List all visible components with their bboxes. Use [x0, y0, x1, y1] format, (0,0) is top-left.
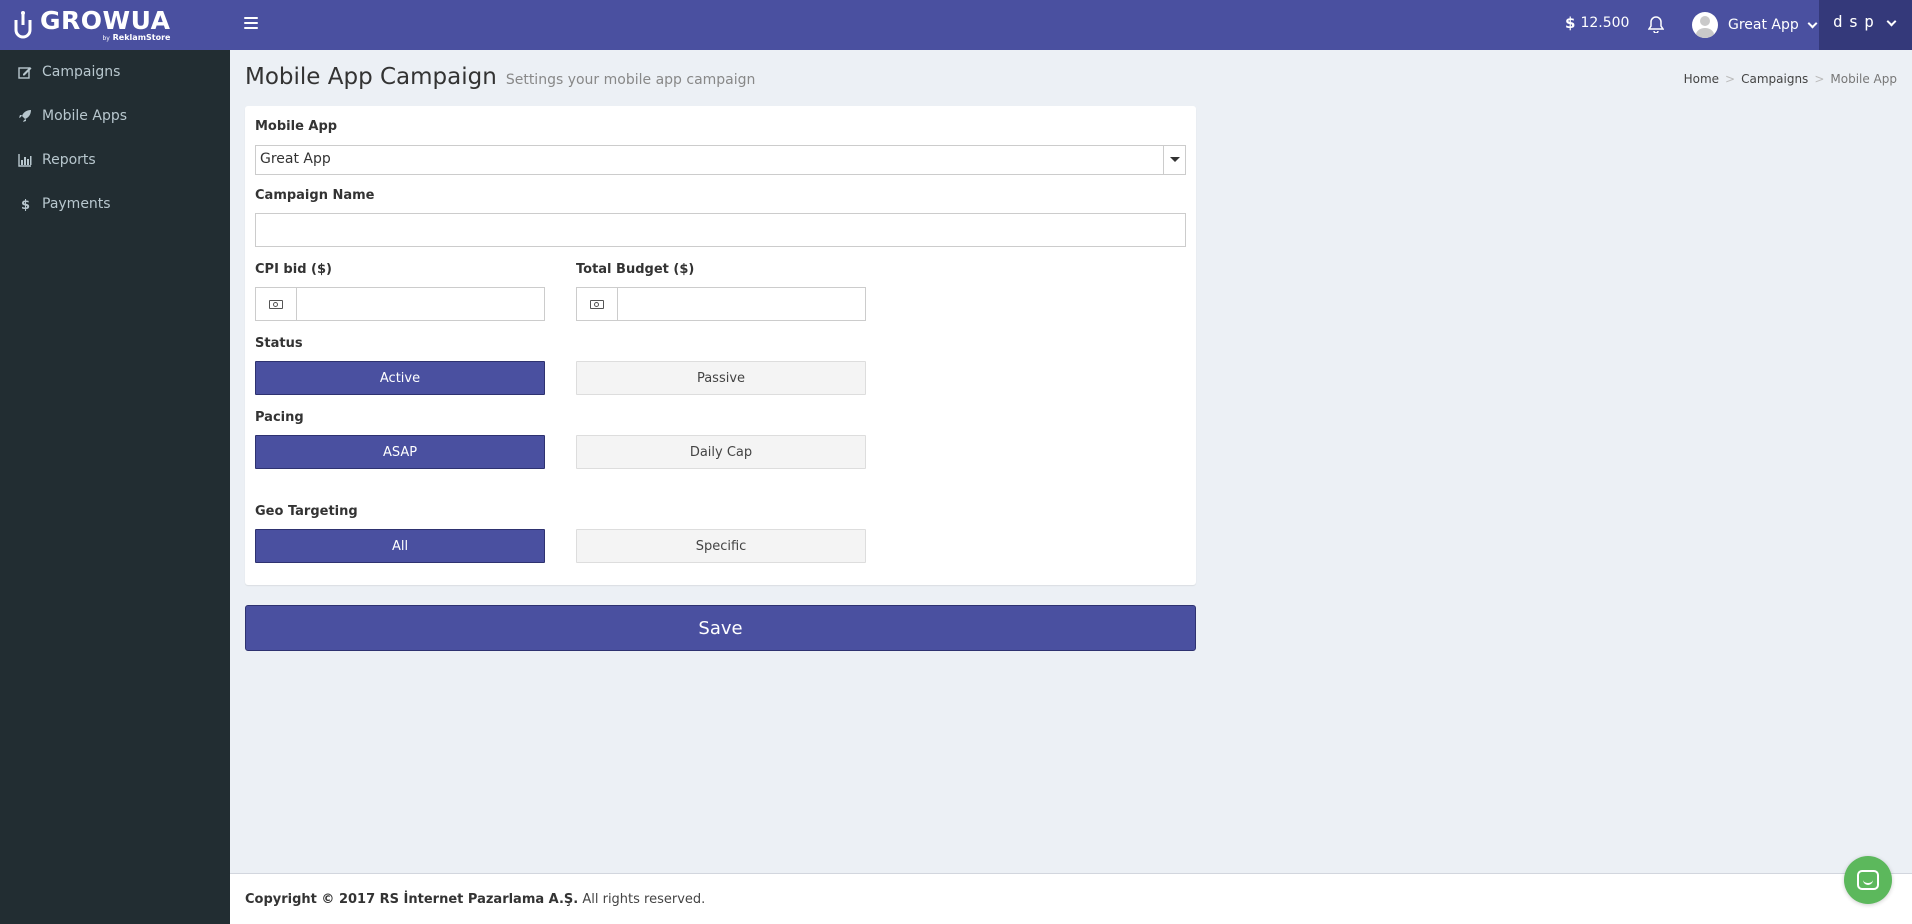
growua-logo-icon: [14, 11, 32, 39]
avatar: [1692, 12, 1718, 38]
sidebar-item-label: Reports: [42, 152, 96, 168]
page-subtitle: Settings your mobile app campaign: [505, 72, 756, 88]
page-title: Mobile App Campaign: [245, 64, 497, 90]
geo-specific-button[interactable]: Specific: [576, 529, 866, 563]
mobile-app-select[interactable]: Great App: [255, 145, 1186, 175]
balance-value: 12.500: [1580, 15, 1630, 31]
money-icon: [269, 299, 283, 309]
user-menu[interactable]: Great App: [1692, 12, 1818, 38]
footer-rights: All rights reserved.: [578, 892, 706, 907]
dsp-switcher[interactable]: dsp: [1819, 0, 1912, 50]
geo-all-button[interactable]: All: [255, 529, 545, 563]
pacing-daily-cap-button[interactable]: Daily Cap: [576, 435, 866, 469]
brand-subtitle: by ReklamStore: [40, 34, 170, 42]
money-icon: [590, 299, 604, 309]
status-passive-button[interactable]: Passive: [576, 361, 866, 395]
sidebar-item-label: Campaigns: [42, 64, 121, 80]
breadcrumb-separator: >: [1814, 72, 1825, 86]
total-budget-label: Total Budget ($): [576, 262, 695, 277]
cpi-bid-label: CPI bid ($): [255, 262, 332, 277]
save-button[interactable]: Save: [245, 605, 1196, 651]
dsp-label: dsp: [1833, 12, 1880, 31]
mobile-app-selected: Great App: [260, 151, 331, 167]
campaign-form-box: Mobile App Great App Campaign Name CPI b…: [245, 106, 1196, 585]
geo-targeting-label: Geo Targeting: [255, 504, 358, 519]
bar-chart-icon: [18, 154, 32, 167]
chevron-down-icon: [1886, 16, 1897, 27]
pacing-label: Pacing: [255, 410, 304, 425]
brand-sub-by: by: [102, 35, 110, 42]
sidebar-item-reports[interactable]: Reports: [0, 138, 230, 182]
sidebar-item-label: Mobile Apps: [42, 108, 128, 124]
total-budget-addon: [576, 287, 617, 321]
breadcrumb-campaigns[interactable]: Campaigns: [1741, 72, 1808, 86]
rocket-icon: [19, 110, 31, 122]
caret-down-icon: [1163, 146, 1185, 174]
sidebar-item-mobile-apps[interactable]: Mobile Apps: [0, 94, 230, 138]
chat-launcher-button[interactable]: [1844, 856, 1892, 904]
cpi-bid-input[interactable]: [296, 287, 545, 321]
top-header: GROWUA by ReklamStore $ 12.500 Great App…: [0, 0, 1912, 50]
campaign-name-label: Campaign Name: [255, 188, 375, 203]
campaign-name-input[interactable]: [255, 213, 1186, 247]
status-active-button[interactable]: Active: [255, 361, 545, 395]
sidebar: Campaigns Mobile Apps Reports $ Payments: [0, 50, 230, 924]
brand-logo[interactable]: GROWUA by ReklamStore: [0, 0, 230, 50]
total-budget-input[interactable]: [617, 287, 866, 321]
sidebar-item-label: Payments: [42, 196, 111, 212]
edit-icon: [18, 67, 32, 79]
brand-text: GROWUA by ReklamStore: [40, 8, 170, 42]
menu-toggle-icon[interactable]: [244, 16, 258, 30]
svg-text:$: $: [21, 198, 30, 211]
chat-icon: [1857, 870, 1879, 890]
sidebar-item-campaigns[interactable]: Campaigns: [0, 50, 230, 94]
dollar-icon: $: [21, 198, 30, 211]
breadcrumb-current: Mobile App: [1830, 72, 1897, 86]
status-label: Status: [255, 336, 303, 351]
pacing-asap-button[interactable]: ASAP: [255, 435, 545, 469]
breadcrumb-home[interactable]: Home: [1684, 72, 1719, 86]
footer: Copyright © 2017 RS İnternet Pazarlama A…: [230, 873, 1912, 924]
brand-title: GROWUA: [40, 6, 171, 35]
chevron-down-icon: [1807, 18, 1818, 28]
breadcrumb: Home > Campaigns > Mobile App: [1684, 72, 1897, 86]
dollar-icon: $: [1565, 14, 1576, 32]
sidebar-item-payments[interactable]: $ Payments: [0, 182, 230, 226]
page-header: Mobile App Campaign Settings your mobile…: [245, 64, 755, 90]
brand-sub-name: ReklamStore: [112, 33, 171, 42]
footer-copyright: Copyright © 2017 RS İnternet Pazarlama A…: [245, 892, 579, 907]
bell-icon[interactable]: [1648, 15, 1664, 33]
mobile-app-label: Mobile App: [255, 119, 338, 134]
account-balance[interactable]: $ 12.500: [1565, 14, 1629, 32]
cpi-bid-addon: [255, 287, 296, 321]
main-content: Mobile App Campaign Settings your mobile…: [230, 50, 1912, 873]
breadcrumb-separator: >: [1725, 72, 1736, 86]
user-name: Great App: [1728, 17, 1799, 33]
